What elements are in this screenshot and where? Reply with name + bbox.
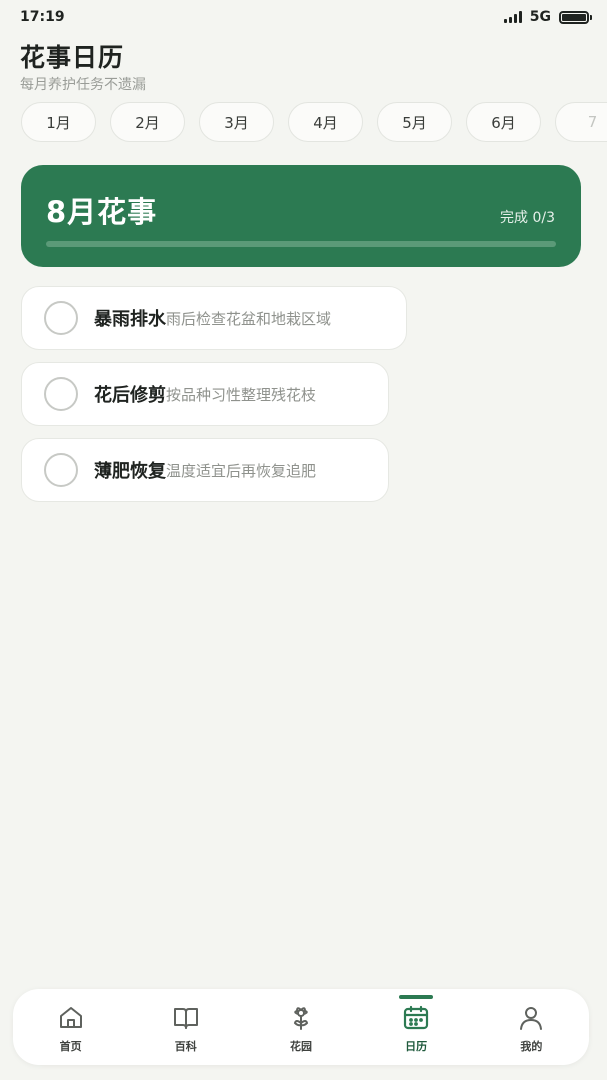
active-tab-indicator bbox=[399, 995, 434, 999]
status-bar: 17:19 5G bbox=[0, 0, 607, 34]
signal-icon bbox=[503, 11, 522, 23]
tab-profile[interactable]: 我的 bbox=[481, 989, 581, 1065]
tab-calendar[interactable]: 日历 bbox=[366, 989, 466, 1065]
tab-encyclopedia[interactable]: 百科 bbox=[136, 989, 236, 1065]
task-name: 薄肥恢复 bbox=[94, 461, 166, 482]
tab-label: 我的 bbox=[520, 1040, 543, 1053]
tab-label: 花园 bbox=[289, 1040, 312, 1053]
bottom-tab-bar: 首页 百科 花园 日历 我的 bbox=[13, 989, 589, 1065]
task-card[interactable]: 花后修剪 按品种习性整理残花枝 bbox=[21, 362, 389, 426]
task-description: 按品种习性整理残花枝 bbox=[166, 385, 317, 404]
tab-home[interactable]: 首页 bbox=[21, 989, 121, 1065]
book-icon bbox=[173, 1008, 198, 1029]
month-chip[interactable]: 4月 bbox=[288, 102, 363, 142]
task-checkbox[interactable] bbox=[44, 453, 78, 487]
tab-label: 日历 bbox=[405, 1040, 428, 1053]
month-chip[interactable]: 6月 bbox=[466, 102, 541, 142]
task-checkbox[interactable] bbox=[44, 301, 78, 335]
task-card[interactable]: 薄肥恢复 温度适宜后再恢复追肥 bbox=[21, 438, 389, 502]
status-indicators: 5G bbox=[503, 9, 592, 25]
progress-bar bbox=[46, 241, 556, 247]
month-chip[interactable]: 3月 bbox=[199, 102, 274, 142]
month-chip[interactable]: 2月 bbox=[110, 102, 185, 142]
calendar-icon bbox=[404, 1005, 429, 1030]
page-title: 花事日历 bbox=[20, 43, 125, 72]
battery-icon bbox=[559, 10, 592, 24]
month-summary-title: 8月花事 bbox=[46, 195, 158, 229]
task-list: 暴雨排水 雨后检查花盆和地栽区域 花后修剪 按品种习性整理残花枝 薄肥恢复 温度… bbox=[21, 286, 407, 502]
task-card[interactable]: 暴雨排水 雨后检查花盆和地栽区域 bbox=[21, 286, 407, 350]
flower-icon bbox=[293, 1007, 309, 1030]
tab-garden[interactable]: 花园 bbox=[251, 989, 351, 1065]
task-checkbox[interactable] bbox=[44, 377, 78, 411]
month-summary-card: 8月花事 完成 0/3 bbox=[21, 165, 581, 267]
month-selector[interactable]: 1月 2月 3月 4月 5月 6月 7 bbox=[21, 102, 607, 144]
month-chip[interactable]: 5月 bbox=[377, 102, 452, 142]
month-chip[interactable]: 7 bbox=[555, 102, 607, 142]
network-type: 5G bbox=[529, 9, 551, 25]
month-chip[interactable]: 1月 bbox=[21, 102, 96, 142]
page-subtitle: 每月养护任务不遗漏 bbox=[20, 77, 146, 93]
home-icon bbox=[59, 1007, 82, 1028]
progress-label: 完成 0/3 bbox=[500, 210, 555, 226]
status-time: 17:19 bbox=[20, 9, 65, 25]
task-description: 温度适宜后再恢复追肥 bbox=[166, 461, 317, 480]
task-name: 花后修剪 bbox=[94, 385, 166, 406]
user-icon bbox=[520, 1007, 543, 1030]
task-name: 暴雨排水 bbox=[94, 309, 166, 330]
task-description: 雨后检查花盆和地栽区域 bbox=[166, 309, 332, 328]
tab-label: 百科 bbox=[174, 1040, 197, 1053]
tab-label: 首页 bbox=[59, 1040, 82, 1053]
